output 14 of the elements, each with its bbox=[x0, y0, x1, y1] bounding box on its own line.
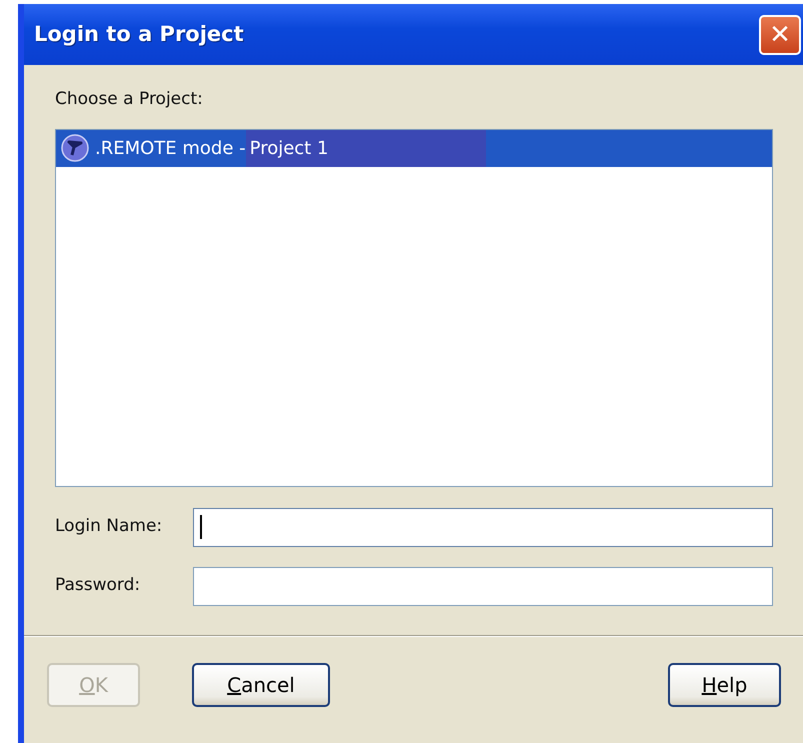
text-cursor bbox=[200, 515, 202, 539]
field-label: Login Name: bbox=[55, 515, 164, 538]
project-name: Project 1 bbox=[246, 130, 486, 166]
dialog-button[interactable]: Help bbox=[668, 662, 781, 706]
input-field[interactable] bbox=[193, 508, 773, 546]
field-label: Password: bbox=[55, 574, 142, 598]
close-button[interactable]: ✕ bbox=[759, 14, 801, 54]
project-mode-text: .REMOTE mode - bbox=[95, 136, 246, 160]
window-title: Login to a Project bbox=[34, 20, 244, 48]
project-icon bbox=[61, 134, 89, 162]
input-field[interactable] bbox=[193, 566, 773, 606]
list-label: Choose a Project: bbox=[55, 88, 204, 111]
project-item[interactable]: .REMOTE mode - Project 1 bbox=[56, 130, 772, 166]
dialog-button[interactable]: Cancel bbox=[192, 662, 330, 706]
